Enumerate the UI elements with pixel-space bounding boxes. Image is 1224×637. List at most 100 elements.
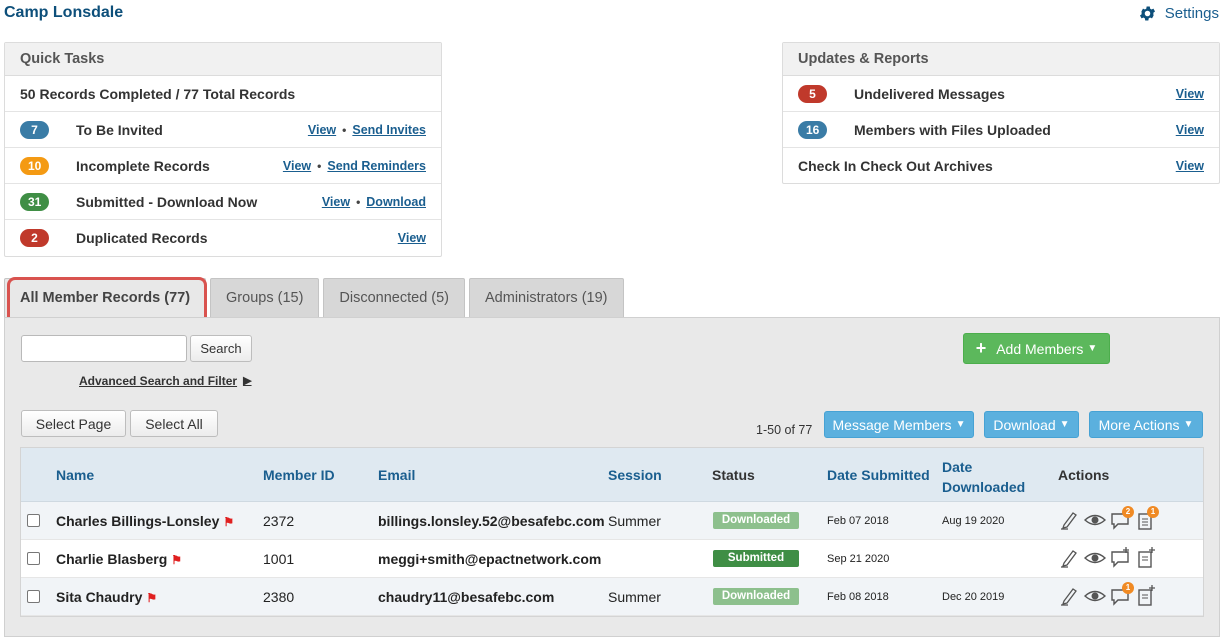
count-badge: 7 <box>20 120 49 139</box>
member-session: Summer <box>608 589 661 605</box>
view-eye-icon[interactable] <box>1083 585 1107 607</box>
select-page-button[interactable]: Select Page <box>21 410 126 437</box>
file-add-icon[interactable] <box>1134 547 1156 569</box>
view-eye-icon[interactable] <box>1083 509 1107 531</box>
message-bubble-icon[interactable]: 1 <box>1109 582 1134 607</box>
separator-dot: • <box>356 195 361 209</box>
count-badge: 10 <box>20 156 50 175</box>
message-members-label: Message Members <box>832 416 952 433</box>
table-row: Charlie Blasberg ⚑ 1001 meggi+smith@epact… <box>21 540 1203 578</box>
message-bubble-icon[interactable]: 2 <box>1109 506 1134 531</box>
date-submitted: Sep 21 2020 <box>827 553 890 565</box>
file-clipboard-icon[interactable]: 1 <box>1134 506 1159 531</box>
date-downloaded: Dec 20 2019 <box>942 591 1005 603</box>
quick-tasks-summary: 50 Records Completed / 77 Total Records <box>5 76 441 112</box>
quick-tasks-panel: Quick Tasks 50 Records Completed / 77 To… <box>4 42 442 257</box>
count-badge: 2 <box>20 229 49 247</box>
view-link[interactable]: View <box>283 159 311 173</box>
status-badge: Downloaded <box>713 512 799 529</box>
send-invites-link[interactable]: Send Invites <box>352 123 426 137</box>
task-label: Incomplete Records <box>76 157 210 174</box>
file-count-badge: 1 <box>1147 506 1159 518</box>
tab-disconnected[interactable]: Disconnected (5) <box>323 278 466 317</box>
view-link[interactable]: View <box>1176 87 1204 101</box>
column-header-date-downloaded[interactable]: Date Downloaded <box>942 457 1025 497</box>
member-name-link[interactable]: Charles Billings-Lonsley ⚑ <box>56 513 234 529</box>
task-label: To Be Invited <box>76 121 163 138</box>
column-header-status: Status <box>712 467 755 483</box>
count-badge: 5 <box>798 84 827 103</box>
member-id: 2380 <box>263 589 295 605</box>
date-downloaded-line1: Date <box>942 459 973 475</box>
caret-down-icon: ▼ <box>1059 419 1070 430</box>
column-header-actions: Actions <box>1058 467 1110 483</box>
count-badge: 31 <box>20 192 50 211</box>
select-all-button[interactable]: Select All <box>130 410 218 437</box>
view-link[interactable]: View <box>398 231 426 245</box>
date-downloaded: Aug 19 2020 <box>942 515 1005 527</box>
updates-reports-panel: Updates & Reports 5 Undelivered Messages… <box>782 42 1220 184</box>
column-header-name[interactable]: Name <box>56 467 94 483</box>
tab-groups[interactable]: Groups (15) <box>210 278 320 317</box>
edit-pencil-icon[interactable] <box>1059 547 1081 569</box>
status-badge: Downloaded <box>713 588 799 605</box>
tab-all-member-records[interactable]: All Member Records (77) <box>4 278 207 317</box>
search-button[interactable]: Search <box>190 335 252 362</box>
row-actions: 2 1 <box>1059 506 1159 531</box>
view-eye-icon[interactable] <box>1083 547 1107 569</box>
edit-pencil-icon[interactable] <box>1059 509 1081 531</box>
message-members-button[interactable]: Message Members ▼ <box>824 411 974 438</box>
view-link[interactable]: View <box>1176 123 1204 137</box>
view-link[interactable]: View <box>1176 159 1204 173</box>
column-header-email[interactable]: Email <box>378 467 415 483</box>
flag-icon: ⚑ <box>171 553 183 567</box>
records-summary: 50 Records Completed / 77 Total Records <box>20 85 296 102</box>
quick-task-row: 10 Incomplete Records View • Send Remind… <box>5 148 441 184</box>
update-row: 16 Members with Files Uploaded View <box>783 112 1219 148</box>
date-submitted: Feb 07 2018 <box>827 515 889 527</box>
member-id: 1001 <box>263 551 295 567</box>
more-actions-button[interactable]: More Actions ▼ <box>1089 411 1203 438</box>
quick-task-row: 7 To Be Invited View • Send Invites <box>5 112 441 148</box>
updates-title: Updates & Reports <box>783 43 1219 76</box>
member-name-link[interactable]: Sita Chaudry ⚑ <box>56 589 157 605</box>
update-label: Undelivered Messages <box>854 85 1005 102</box>
tab-administrators[interactable]: Administrators (19) <box>469 278 624 317</box>
caret-down-icon: ▼ <box>1087 343 1098 354</box>
row-checkbox[interactable] <box>27 552 40 565</box>
download-link[interactable]: Download <box>366 195 426 209</box>
download-label: Download <box>993 416 1056 433</box>
download-button[interactable]: Download ▼ <box>984 411 1079 438</box>
row-checkbox[interactable] <box>27 590 40 603</box>
column-header-date-submitted[interactable]: Date Submitted <box>827 467 930 483</box>
update-label: Members with Files Uploaded <box>854 121 1051 138</box>
view-link[interactable]: View <box>322 195 350 209</box>
count-badge: 16 <box>798 120 828 139</box>
plus-icon: + <box>975 338 987 358</box>
member-tabs: All Member Records (77) Groups (15) Disc… <box>4 278 624 318</box>
task-label: Duplicated Records <box>76 230 208 246</box>
member-name: Charlie Blasberg <box>56 551 168 567</box>
send-reminders-link[interactable]: Send Reminders <box>327 159 426 173</box>
table-header: Name Member ID Email Session Status Date… <box>21 448 1203 502</box>
member-email: billings.lonsley.52@besafebc.com <box>378 513 605 529</box>
column-header-session[interactable]: Session <box>608 467 662 483</box>
search-input[interactable] <box>21 335 187 362</box>
view-link[interactable]: View <box>308 123 336 137</box>
member-session: Summer <box>608 513 661 529</box>
row-actions <box>1059 547 1156 569</box>
file-add-icon[interactable] <box>1134 585 1156 607</box>
quick-task-row: 31 Submitted - Download Now View • Downl… <box>5 184 441 220</box>
member-email: chaudry11@besafebc.com <box>378 589 555 605</box>
member-id: 2372 <box>263 513 295 529</box>
message-add-icon[interactable] <box>1109 547 1131 569</box>
advanced-search-link[interactable]: Advanced Search and Filter ▶ <box>79 374 252 388</box>
column-header-member-id[interactable]: Member ID <box>263 467 335 483</box>
member-records-table: Name Member ID Email Session Status Date… <box>20 447 1204 617</box>
add-members-button[interactable]: + Add Members ▼ <box>963 333 1110 364</box>
member-name-link[interactable]: Charlie Blasberg ⚑ <box>56 551 182 567</box>
update-label: Check In Check Out Archives <box>798 158 993 174</box>
settings-link[interactable]: Settings <box>1138 4 1219 23</box>
edit-pencil-icon[interactable] <box>1059 585 1081 607</box>
row-checkbox[interactable] <box>27 514 40 527</box>
